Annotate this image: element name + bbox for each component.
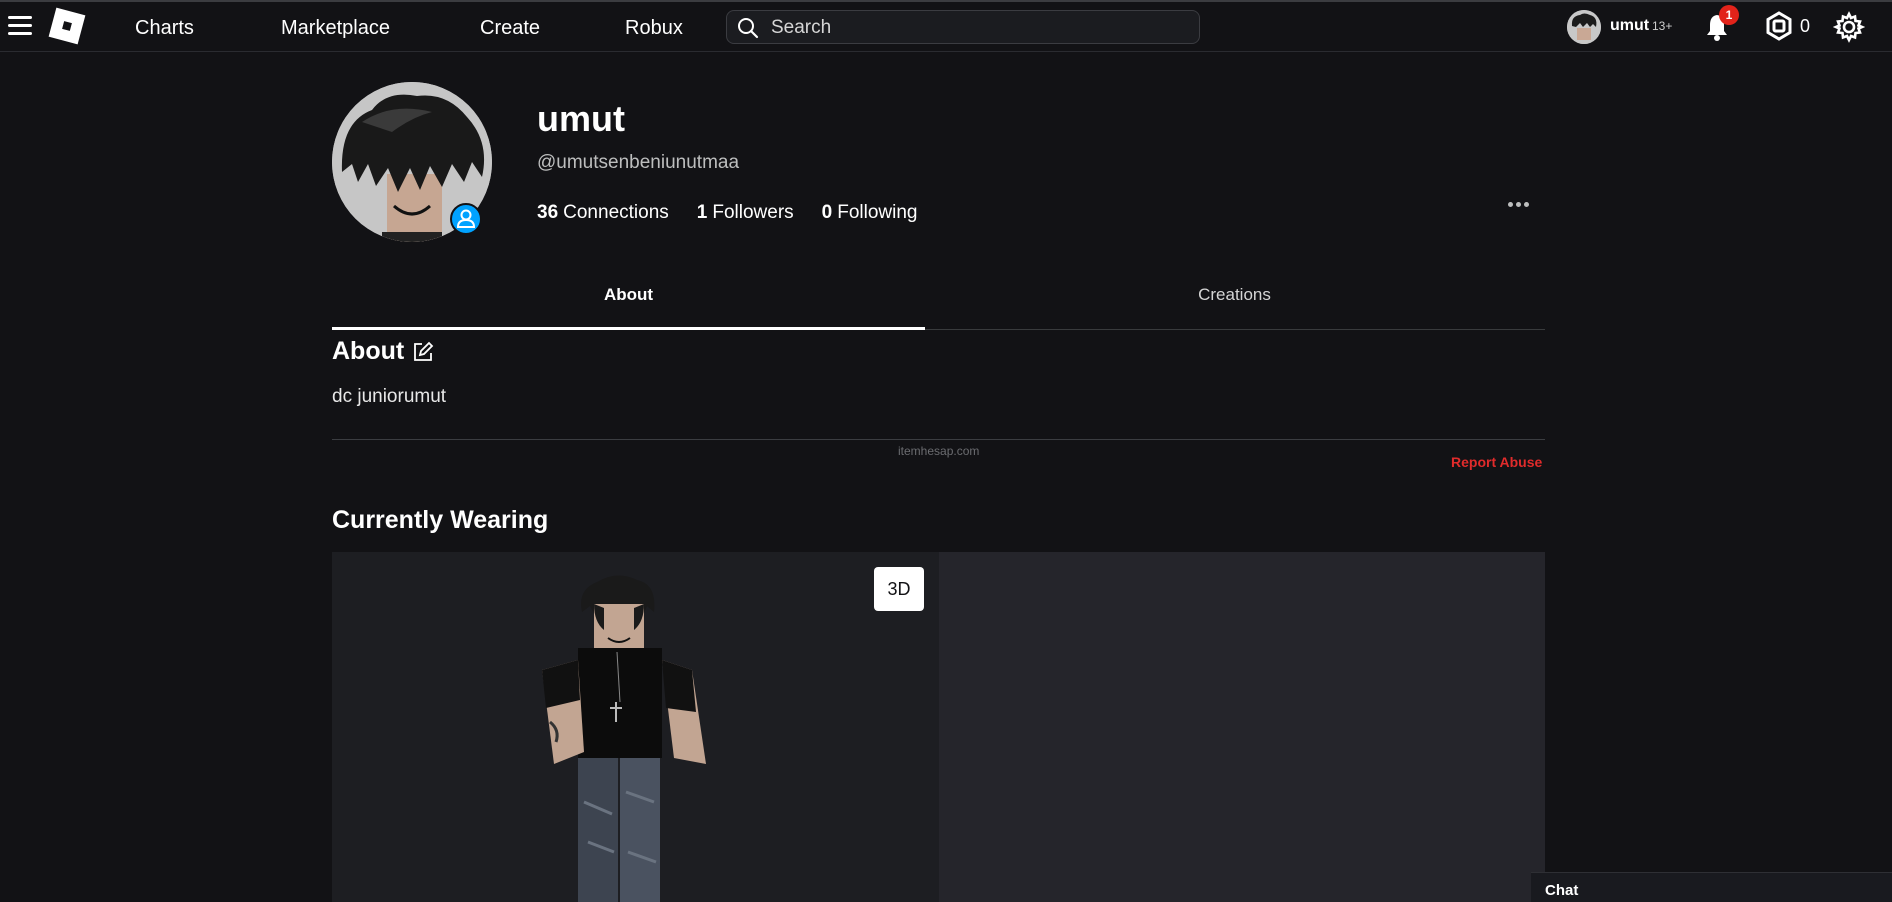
search-icon xyxy=(738,18,759,39)
nav-link-robux[interactable]: Robux xyxy=(625,17,683,40)
connections-count: 36 xyxy=(537,202,559,223)
age-badge: 13+ xyxy=(1652,19,1673,33)
profile-tabs: About Creations xyxy=(332,276,1545,330)
watermark-text: itemhesap.com xyxy=(898,444,980,458)
profile-username: @umutsenbeniunutmaa xyxy=(537,152,740,173)
wearing-items-panel xyxy=(939,552,1545,902)
toggle-3d-button[interactable]: 3D xyxy=(874,567,924,611)
followers-label: Followers xyxy=(712,202,794,223)
robux-balance[interactable]: 0 xyxy=(1800,16,1810,37)
tab-about[interactable]: About xyxy=(332,276,925,330)
settings-gear-icon[interactable] xyxy=(1833,11,1865,43)
currently-wearing-heading: Currently Wearing xyxy=(332,506,549,534)
watermark: itemhesap.com xyxy=(898,444,979,458)
about-description: dc juniorumut xyxy=(332,386,447,407)
followers-stat[interactable]: 1 Followers xyxy=(697,202,794,224)
notification-count-badge: 1 xyxy=(1719,5,1739,25)
following-count: 0 xyxy=(821,202,833,223)
connections-label: Connections xyxy=(563,202,669,223)
search-input[interactable] xyxy=(769,15,1193,41)
nav-link-marketplace[interactable]: Marketplace xyxy=(281,17,390,40)
menu-icon[interactable] xyxy=(8,16,32,36)
report-abuse-link[interactable]: Report Abuse xyxy=(1451,454,1542,470)
edit-icon[interactable] xyxy=(412,341,434,363)
about-divider xyxy=(332,439,1545,440)
top-navigation-bar: Charts Marketplace Create Robux umut 13+… xyxy=(0,0,1892,52)
search-box[interactable] xyxy=(726,10,1200,44)
nav-link-charts[interactable]: Charts xyxy=(135,17,194,40)
robux-icon[interactable] xyxy=(1764,11,1794,41)
online-status-icon xyxy=(450,203,482,235)
tab-creations[interactable]: Creations xyxy=(938,276,1531,330)
profile-stats: 36 Connections 1 Followers 0 Following xyxy=(537,202,918,224)
connections-stat[interactable]: 36 Connections xyxy=(537,202,669,224)
profile-display-name: umut xyxy=(537,98,625,139)
chat-bar[interactable]: Chat xyxy=(1531,872,1892,902)
following-label: Following xyxy=(837,202,918,223)
followers-count: 1 xyxy=(696,202,708,223)
nav-username[interactable]: umut xyxy=(1610,17,1649,35)
chat-label: Chat xyxy=(1545,882,1579,899)
following-stat[interactable]: 0 Following xyxy=(822,202,918,224)
about-heading: About xyxy=(332,337,405,365)
avatar-3d-viewer[interactable] xyxy=(332,552,939,902)
user-avatar-thumbnail[interactable] xyxy=(1567,10,1601,44)
roblox-logo-icon[interactable] xyxy=(48,7,86,45)
nav-link-create[interactable]: Create xyxy=(480,17,540,40)
more-options-icon[interactable] xyxy=(1508,192,1532,216)
